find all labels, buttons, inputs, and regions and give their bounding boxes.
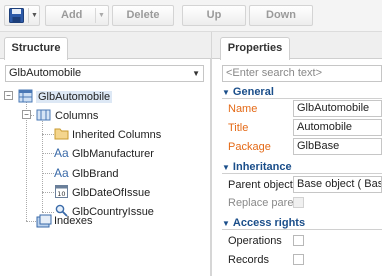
tree-connector-line xyxy=(26,221,36,222)
object-select[interactable]: GlbAutomobile ▼ xyxy=(5,65,204,82)
calendar-icon: 10 xyxy=(55,185,68,198)
tree-node-columns[interactable]: Columns xyxy=(53,107,100,125)
save-split-divider xyxy=(28,8,29,23)
replace-parent-label: Replace parent xyxy=(228,197,303,209)
collapse-toggle-icon[interactable]: − xyxy=(22,110,31,119)
delete-button[interactable]: Delete xyxy=(112,5,174,26)
add-button-label: Add xyxy=(61,9,83,21)
text-field-icon: Aa xyxy=(54,166,69,180)
section-divider xyxy=(222,98,382,99)
save-dropdown-arrow-icon[interactable]: ▼ xyxy=(31,6,38,25)
tree-node-column[interactable]: GlbDateOfIssue xyxy=(70,184,152,202)
package-label: Package xyxy=(228,141,271,153)
tree-node-column[interactable]: GlbBrand xyxy=(70,165,120,183)
section-divider xyxy=(222,229,382,230)
section-divider xyxy=(222,173,382,174)
tree-connector-line xyxy=(42,153,54,154)
section-access-rights-header[interactable]: ▼ Access rights xyxy=(222,216,305,230)
section-inheritance-header[interactable]: ▼ Inheritance xyxy=(222,160,292,174)
indexes-icon xyxy=(36,214,52,228)
section-general-header[interactable]: ▼ General xyxy=(222,85,274,99)
columns-icon xyxy=(36,109,51,121)
package-field[interactable]: GlbBase xyxy=(293,138,382,155)
tree-node-label: Columns xyxy=(55,110,99,122)
tree-connector-line xyxy=(42,192,54,193)
name-label: Name xyxy=(228,103,258,115)
add-button[interactable]: Add ▼ xyxy=(45,5,109,26)
tree-node-label: GlbAutomobile xyxy=(36,91,113,103)
add-split-divider xyxy=(95,8,96,23)
title-label: Title xyxy=(228,122,249,134)
toolbar: ▼ Add ▼ Delete Up Down xyxy=(0,0,382,32)
structure-tab-strip: Structure xyxy=(0,32,211,60)
up-button[interactable]: Up xyxy=(182,5,246,26)
properties-panel: Properties <Enter search text> ▼ General … xyxy=(212,32,382,276)
tree-node-root[interactable]: GlbAutomobile xyxy=(36,88,113,106)
object-table-icon xyxy=(18,89,33,103)
folder-icon xyxy=(54,128,69,140)
collapse-toggle-icon[interactable]: − xyxy=(4,91,13,100)
records-checkbox[interactable] xyxy=(293,254,304,265)
section-title: Access rights xyxy=(232,217,306,229)
structure-panel: Structure GlbAutomobile ▼ − GlbAutomobil… xyxy=(0,32,211,276)
operations-checkbox[interactable] xyxy=(293,235,304,246)
tree-connector-line xyxy=(42,134,54,135)
tree-node-label: GlbManufacturer xyxy=(72,148,154,160)
save-button[interactable]: ▼ xyxy=(4,5,40,26)
tree-node-label: Indexes xyxy=(54,215,93,227)
property-search-input[interactable]: <Enter search text> xyxy=(222,65,382,82)
parent-object-field[interactable]: Base object ( Base ) xyxy=(293,176,382,193)
tab-properties[interactable]: Properties xyxy=(220,37,290,60)
svg-text:10: 10 xyxy=(57,190,65,198)
parent-object-label: Parent object xyxy=(228,179,293,191)
collapse-triangle-icon: ▼ xyxy=(222,219,230,228)
object-select-value: GlbAutomobile xyxy=(9,67,82,79)
tree-node-label: GlbBrand xyxy=(72,168,119,180)
structure-tree: − GlbAutomobile − Columns Inherited Colu… xyxy=(0,88,210,276)
records-label: Records xyxy=(228,254,269,266)
collapse-triangle-icon: ▼ xyxy=(222,88,230,97)
chevron-down-icon[interactable]: ▼ xyxy=(192,66,200,81)
tab-structure[interactable]: Structure xyxy=(4,37,68,60)
tree-node-label: Inherited Columns xyxy=(72,129,162,141)
collapse-triangle-icon: ▼ xyxy=(222,163,230,172)
section-title: Inheritance xyxy=(232,161,292,173)
add-dropdown-arrow-icon[interactable]: ▼ xyxy=(98,6,105,25)
tree-connector-line xyxy=(42,173,54,174)
properties-tab-strip: Properties xyxy=(212,32,382,60)
tree-node-inherited-columns[interactable]: Inherited Columns xyxy=(70,126,163,144)
text-field-icon: Aa xyxy=(54,146,69,160)
name-field[interactable]: GlbAutomobile xyxy=(293,100,382,117)
tree-node-column[interactable]: GlbManufacturer xyxy=(70,145,156,163)
tree-node-indexes[interactable]: Indexes xyxy=(52,212,95,230)
down-button[interactable]: Down xyxy=(249,5,313,26)
title-field[interactable]: Automobile xyxy=(293,119,382,136)
tree-node-label: GlbDateOfIssue xyxy=(72,187,151,199)
floppy-disk-icon xyxy=(9,8,24,23)
section-title: General xyxy=(232,86,274,98)
replace-parent-checkbox[interactable] xyxy=(293,197,304,208)
operations-label: Operations xyxy=(228,235,282,247)
